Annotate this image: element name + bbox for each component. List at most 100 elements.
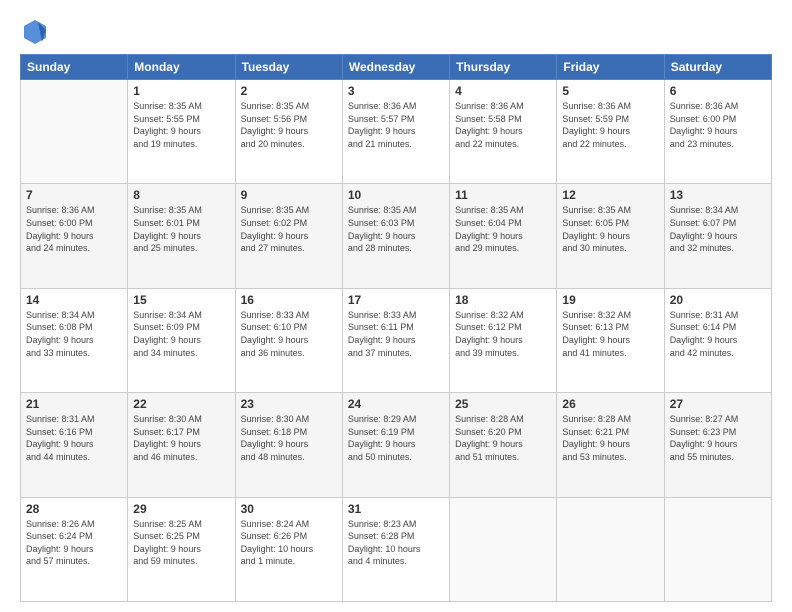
calendar-cell: 31 Sunrise: 8:23 AMSunset: 6:28 PMDayligh… [342, 497, 449, 601]
day-info: Sunrise: 8:36 AMSunset: 6:00 PMDaylight:… [26, 204, 122, 254]
logo [20, 16, 54, 46]
day-info: Sunrise: 8:36 AMSunset: 6:00 PMDaylight:… [670, 100, 766, 150]
day-number: 7 [26, 188, 122, 202]
calendar-cell: 28 Sunrise: 8:26 AMSunset: 6:24 PMDayligh… [21, 497, 128, 601]
calendar-cell [450, 497, 557, 601]
calendar-cell: 9 Sunrise: 8:35 AMSunset: 6:02 PMDaylight… [235, 184, 342, 288]
day-info: Sunrise: 8:29 AMSunset: 6:19 PMDaylight:… [348, 413, 444, 463]
calendar-cell: 17 Sunrise: 8:33 AMSunset: 6:11 PMDayligh… [342, 288, 449, 392]
weekday-header-saturday: Saturday [664, 55, 771, 80]
calendar-cell: 10Sunrise: 8:35 AMSunset: 6:03 PMDayligh… [342, 184, 449, 288]
calendar: SundayMondayTuesdayWednesdayThursdayFrid… [20, 54, 772, 602]
calendar-cell: 19 Sunrise: 8:32 AMSunset: 6:13 PMDayligh… [557, 288, 664, 392]
day-info: Sunrise: 8:34 AMSunset: 6:08 PMDaylight:… [26, 309, 122, 359]
calendar-cell: 5 Sunrise: 8:36 AMSunset: 5:59 PMDaylight… [557, 80, 664, 184]
calendar-cell: 3 Sunrise: 8:36 AMSunset: 5:57 PMDaylight… [342, 80, 449, 184]
day-info: Sunrise: 8:27 AMSunset: 6:23 PMDaylight:… [670, 413, 766, 463]
day-number: 14 [26, 293, 122, 307]
calendar-cell [557, 497, 664, 601]
calendar-cell: 7 Sunrise: 8:36 AMSunset: 6:00 PMDaylight… [21, 184, 128, 288]
calendar-cell: 8Sunrise: 8:35 AMSunset: 6:01 PMDaylight… [128, 184, 235, 288]
day-info: Sunrise: 8:26 AMSunset: 6:24 PMDaylight:… [26, 518, 122, 568]
day-number: 18 [455, 293, 551, 307]
weekday-header-sunday: Sunday [21, 55, 128, 80]
weekday-header-monday: Monday [128, 55, 235, 80]
week-row-4: 21 Sunrise: 8:31 AMSunset: 6:16 PMDayligh… [21, 393, 772, 497]
day-info: Sunrise: 8:36 AMSunset: 5:57 PMDaylight:… [348, 100, 444, 150]
calendar-cell: 4 Sunrise: 8:36 AMSunset: 5:58 PMDaylight… [450, 80, 557, 184]
calendar-cell: 20 Sunrise: 8:31 AMSunset: 6:14 PMDayligh… [664, 288, 771, 392]
day-number: 9 [241, 188, 337, 202]
day-info: Sunrise: 8:23 AMSunset: 6:28 PMDaylight:… [348, 518, 444, 568]
day-info: Sunrise: 8:34 AMSunset: 6:07 PMDaylight:… [670, 204, 766, 254]
day-info: Sunrise: 8:30 AMSunset: 6:18 PMDaylight:… [241, 413, 337, 463]
day-number: 30 [241, 502, 337, 516]
day-number: 4 [455, 84, 551, 98]
weekday-header-tuesday: Tuesday [235, 55, 342, 80]
day-number: 12 [562, 188, 658, 202]
calendar-cell: 24 Sunrise: 8:29 AMSunset: 6:19 PMDayligh… [342, 393, 449, 497]
calendar-cell: 14 Sunrise: 8:34 AMSunset: 6:08 PMDayligh… [21, 288, 128, 392]
calendar-cell: 11Sunrise: 8:35 AMSunset: 6:04 PMDayligh… [450, 184, 557, 288]
day-info: Sunrise: 8:32 AMSunset: 6:12 PMDaylight:… [455, 309, 551, 359]
day-number: 20 [670, 293, 766, 307]
calendar-cell [21, 80, 128, 184]
calendar-cell: 30 Sunrise: 8:24 AMSunset: 6:26 PMDayligh… [235, 497, 342, 601]
day-info: Sunrise: 8:25 AMSunset: 6:25 PMDaylight:… [133, 518, 229, 568]
weekday-header-wednesday: Wednesday [342, 55, 449, 80]
day-number: 27 [670, 397, 766, 411]
day-number: 23 [241, 397, 337, 411]
calendar-cell: 12 Sunrise: 8:35 AMSunset: 6:05 PMDayligh… [557, 184, 664, 288]
day-info: Sunrise: 8:28 AMSunset: 6:21 PMDaylight:… [562, 413, 658, 463]
day-number: 19 [562, 293, 658, 307]
day-info: Sunrise: 8:36 AMSunset: 5:59 PMDaylight:… [562, 100, 658, 150]
day-number: 28 [26, 502, 122, 516]
day-info: Sunrise: 8:35 AMSunset: 6:04 PMDaylight:… [455, 204, 551, 254]
day-info: Sunrise: 8:35 AMSunset: 5:56 PMDaylight:… [241, 100, 337, 150]
calendar-cell: 6Sunrise: 8:36 AMSunset: 6:00 PMDaylight… [664, 80, 771, 184]
day-number: 13 [670, 188, 766, 202]
day-info: Sunrise: 8:28 AMSunset: 6:20 PMDaylight:… [455, 413, 551, 463]
day-number: 22 [133, 397, 229, 411]
day-number: 3 [348, 84, 444, 98]
calendar-cell: 27 Sunrise: 8:27 AMSunset: 6:23 PMDayligh… [664, 393, 771, 497]
calendar-cell: 26Sunrise: 8:28 AMSunset: 6:21 PMDayligh… [557, 393, 664, 497]
day-info: Sunrise: 8:36 AMSunset: 5:58 PMDaylight:… [455, 100, 551, 150]
page: SundayMondayTuesdayWednesdayThursdayFrid… [0, 0, 792, 612]
calendar-cell: 29 Sunrise: 8:25 AMSunset: 6:25 PMDayligh… [128, 497, 235, 601]
day-info: Sunrise: 8:24 AMSunset: 6:26 PMDaylight:… [241, 518, 337, 568]
weekday-header-row: SundayMondayTuesdayWednesdayThursdayFrid… [21, 55, 772, 80]
calendar-cell: 23 Sunrise: 8:30 AMSunset: 6:18 PMDayligh… [235, 393, 342, 497]
day-number: 17 [348, 293, 444, 307]
day-info: Sunrise: 8:35 AMSunset: 5:55 PMDaylight:… [133, 100, 229, 150]
calendar-cell [664, 497, 771, 601]
calendar-table: SundayMondayTuesdayWednesdayThursdayFrid… [20, 54, 772, 602]
calendar-cell: 16 Sunrise: 8:33 AMSunset: 6:10 PMDayligh… [235, 288, 342, 392]
day-number: 15 [133, 293, 229, 307]
calendar-cell: 21 Sunrise: 8:31 AMSunset: 6:16 PMDayligh… [21, 393, 128, 497]
calendar-cell: 18 Sunrise: 8:32 AMSunset: 6:12 PMDayligh… [450, 288, 557, 392]
weekday-header-friday: Friday [557, 55, 664, 80]
day-number: 25 [455, 397, 551, 411]
day-info: Sunrise: 8:31 AMSunset: 6:14 PMDaylight:… [670, 309, 766, 359]
week-row-5: 28 Sunrise: 8:26 AMSunset: 6:24 PMDayligh… [21, 497, 772, 601]
day-info: Sunrise: 8:35 AMSunset: 6:03 PMDaylight:… [348, 204, 444, 254]
day-info: Sunrise: 8:33 AMSunset: 6:11 PMDaylight:… [348, 309, 444, 359]
day-number: 24 [348, 397, 444, 411]
day-number: 29 [133, 502, 229, 516]
day-number: 21 [26, 397, 122, 411]
day-info: Sunrise: 8:35 AMSunset: 6:01 PMDaylight:… [133, 204, 229, 254]
day-info: Sunrise: 8:31 AMSunset: 6:16 PMDaylight:… [26, 413, 122, 463]
day-info: Sunrise: 8:35 AMSunset: 6:02 PMDaylight:… [241, 204, 337, 254]
day-number: 16 [241, 293, 337, 307]
day-info: Sunrise: 8:35 AMSunset: 6:05 PMDaylight:… [562, 204, 658, 254]
calendar-cell: 1Sunrise: 8:35 AMSunset: 5:55 PMDaylight… [128, 80, 235, 184]
calendar-cell: 25 Sunrise: 8:28 AMSunset: 6:20 PMDayligh… [450, 393, 557, 497]
day-number: 5 [562, 84, 658, 98]
week-row-3: 14 Sunrise: 8:34 AMSunset: 6:08 PMDayligh… [21, 288, 772, 392]
week-row-1: 1Sunrise: 8:35 AMSunset: 5:55 PMDaylight… [21, 80, 772, 184]
day-info: Sunrise: 8:33 AMSunset: 6:10 PMDaylight:… [241, 309, 337, 359]
day-number: 31 [348, 502, 444, 516]
day-info: Sunrise: 8:32 AMSunset: 6:13 PMDaylight:… [562, 309, 658, 359]
logo-icon [20, 16, 50, 46]
